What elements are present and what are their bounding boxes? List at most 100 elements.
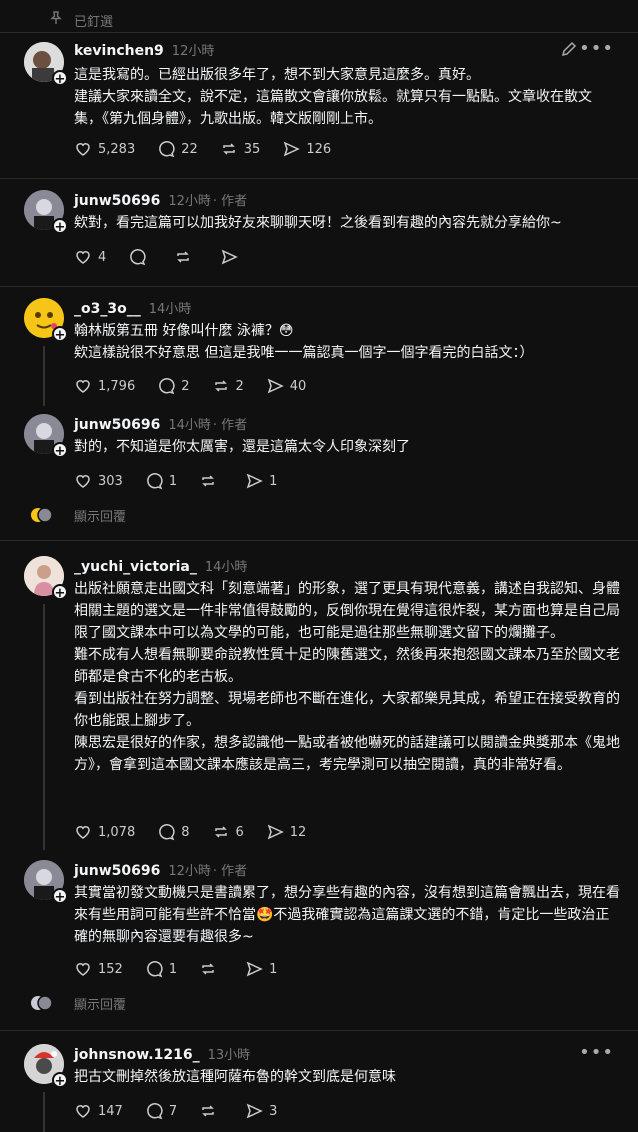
repost-icon [202, 963, 214, 975]
avatar[interactable]: + [24, 298, 68, 343]
like-button[interactable]: 152 [74, 960, 123, 978]
post-body: 欸對，看完這篇可以加我好友來聊聊天呀！之後看到有趣的內容先就分享給你~ [74, 215, 562, 231]
follow-plus-icon[interactable]: + [52, 584, 68, 601]
repost-button[interactable]: 6 [212, 823, 244, 841]
repost-button[interactable]: 2 [212, 377, 244, 395]
thread-line [43, 604, 45, 850]
follow-plus-icon[interactable]: + [52, 326, 68, 343]
comment-icon [130, 249, 146, 266]
post-actions: 5,283 22 35 126 [74, 140, 331, 158]
username[interactable]: _yuchi_victoria_ [74, 559, 197, 575]
more-options-icon[interactable]: ••• [579, 1042, 614, 1063]
post-actions: 303 1 1 [74, 472, 277, 490]
send-icon [246, 1103, 263, 1119]
repost-icon [214, 380, 227, 392]
divider [0, 178, 638, 179]
avatar[interactable]: + [24, 1044, 68, 1089]
repost-button[interactable] [174, 248, 198, 266]
avatar[interactable]: + [24, 414, 68, 459]
timestamp: 12小時 [168, 194, 211, 209]
share-button[interactable]: 1 [245, 960, 277, 978]
timestamp: 12小時 [171, 44, 215, 59]
comment-button[interactable]: 7 [145, 1102, 177, 1120]
show-replies-link[interactable]: 顯示回覆 [74, 506, 126, 525]
repost-button[interactable] [199, 472, 223, 490]
timestamp: 12小時 [168, 864, 211, 879]
like-button[interactable]: 4 [74, 248, 106, 266]
comment-button[interactable]: 8 [157, 823, 190, 841]
username[interactable]: junw50696 [74, 417, 160, 433]
follow-plus-icon[interactable]: + [52, 442, 68, 459]
comment-icon [147, 961, 163, 978]
heart-icon [76, 963, 90, 976]
pinned-label: 已釘選 [48, 10, 113, 30]
comment-button[interactable] [128, 248, 152, 266]
timestamp: 14小時 [168, 418, 211, 433]
like-button[interactable]: 1,078 [74, 823, 135, 841]
repost-icon [202, 475, 214, 487]
share-button[interactable]: 40 [266, 377, 306, 395]
avatar[interactable]: + [24, 42, 68, 87]
like-button[interactable]: 1,796 [74, 377, 135, 395]
username[interactable]: junw50696 [74, 863, 160, 879]
send-icon [267, 824, 284, 840]
comment-icon [159, 378, 175, 395]
post-body: 把古文刪掉然後放這種阿薩布魯的幹文到底是何意味 [74, 1069, 396, 1085]
send-icon [222, 249, 239, 265]
thread-line [43, 346, 45, 406]
comment-icon [159, 141, 175, 158]
repost-button[interactable]: 35 [220, 140, 260, 158]
heart-icon [76, 251, 90, 264]
divider [0, 540, 638, 541]
post-body: 出版社願意走出國文科「刻意端著」的形象，選了更具有現代意義，講述自我認知、身體相… [74, 581, 620, 773]
send-icon [246, 961, 263, 977]
username[interactable]: junw50696 [74, 193, 160, 209]
post-body: 其實當初發文動機只是書讀累了，想分享些有趣的內容，沒有想到這篇會飄出去，現在看來… [74, 885, 620, 945]
comment-button[interactable]: 1 [145, 960, 177, 978]
username[interactable]: johnsnow.1216_ [74, 1047, 200, 1063]
follow-plus-icon[interactable]: + [52, 70, 68, 87]
repost-icon [202, 1105, 214, 1117]
comment-button[interactable]: 1 [145, 472, 177, 490]
timestamp: 14小時 [148, 302, 192, 317]
reply-avatars [30, 506, 53, 524]
follow-plus-icon[interactable]: + [52, 218, 68, 235]
comment-button[interactable]: 2 [157, 377, 190, 395]
divider [0, 1030, 638, 1031]
more-options-icon[interactable]: ••• [579, 38, 614, 59]
post-actions: 1,078 8 6 12 [74, 823, 306, 841]
share-button[interactable] [220, 248, 244, 266]
username[interactable]: kevinchen9 [74, 43, 164, 59]
post-body: 這是我寫的。已經出版很多年了，想不到大家意見這麼多。真好。 建議大家來讀全文，說… [74, 67, 592, 127]
share-button[interactable]: 3 [245, 1102, 277, 1120]
author-tag: 作者 [221, 194, 248, 209]
reply-avatars [30, 994, 53, 1012]
heart-icon [76, 826, 90, 839]
heart-icon [76, 380, 90, 393]
send-icon [284, 141, 301, 157]
avatar[interactable]: + [24, 556, 68, 601]
repost-button[interactable] [199, 1102, 223, 1120]
share-button[interactable]: 12 [266, 823, 306, 841]
share-button[interactable]: 1 [245, 472, 277, 490]
repost-icon [177, 251, 190, 263]
avatar[interactable]: + [24, 190, 68, 235]
follow-plus-icon[interactable]: + [52, 1072, 68, 1089]
username[interactable]: _o3_3o__ [74, 301, 141, 317]
comment-button[interactable]: 22 [157, 140, 198, 158]
share-button[interactable]: 126 [282, 140, 331, 158]
timestamp: 13小時 [207, 1048, 251, 1063]
follow-plus-icon[interactable]: + [52, 888, 68, 905]
like-button[interactable]: 303 [74, 472, 123, 490]
edit-icon[interactable] [560, 40, 578, 62]
comment-icon [147, 1103, 163, 1120]
post-body: 對的，不知道是你太厲害，還是這篇太令人印象深刻了 [74, 439, 410, 455]
divider [0, 32, 638, 33]
avatar[interactable]: + [24, 860, 68, 905]
show-replies-link[interactable]: 顯示回覆 [74, 994, 126, 1013]
author-tag: 作者 [221, 418, 248, 433]
like-button[interactable]: 147 [74, 1102, 123, 1120]
like-button[interactable]: 5,283 [74, 140, 135, 158]
post-actions: 147 7 3 [74, 1102, 277, 1120]
repost-button[interactable] [199, 960, 223, 978]
